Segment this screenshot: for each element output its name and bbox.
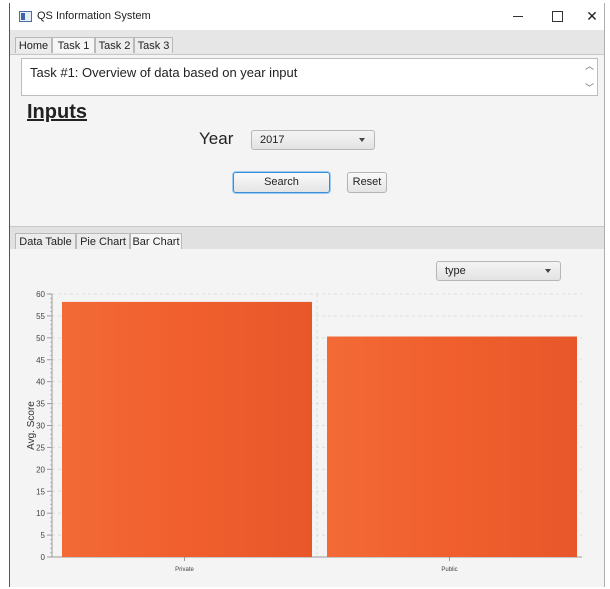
y-tick-label: 60 [36, 290, 45, 299]
y-tick-label: 40 [36, 378, 45, 387]
y-tick-label: 45 [36, 356, 45, 365]
y-tick-label: 50 [36, 334, 45, 343]
x-tick-label: Public [441, 567, 457, 573]
y-tick-label: 30 [36, 422, 45, 431]
y-tick-label: 5 [41, 531, 46, 540]
y-tick-label: 25 [36, 443, 45, 452]
y-tick-label: 20 [36, 465, 45, 474]
y-tick-label: 55 [36, 312, 45, 321]
y-tick-label: 10 [36, 509, 45, 518]
y-tick-label: 0 [41, 553, 46, 562]
app-window: QS Information System ✕ Home Task 1 Task… [9, 3, 605, 587]
y-tick-label: 15 [36, 487, 45, 496]
bar-public [327, 336, 577, 557]
y-tick-label: 35 [36, 400, 45, 409]
y-axis-label: Avg. Score [26, 401, 37, 450]
x-tick-label: Private [175, 567, 194, 573]
bar-chart: 0 5 10 15 20 25 30 35 40 45 50 55 60 Private Public Avg… [26, 290, 582, 573]
bar-private [62, 301, 312, 557]
